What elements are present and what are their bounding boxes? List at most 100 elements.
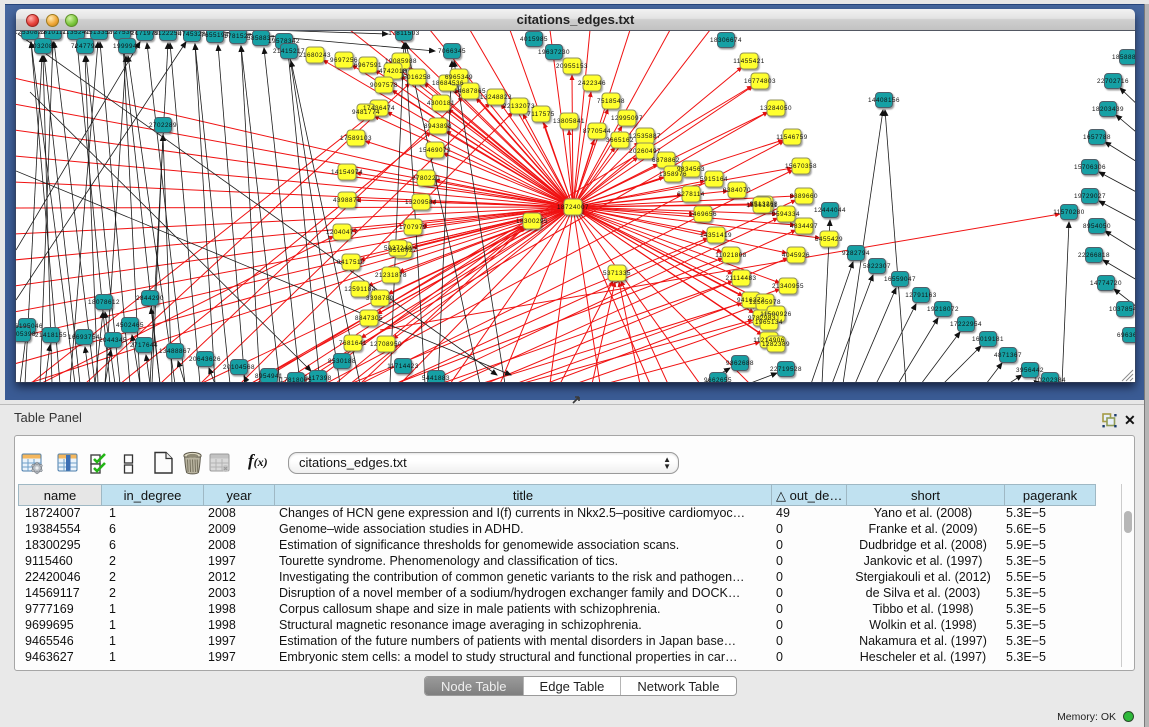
svg-text:13488867: 13488867 <box>159 348 191 355</box>
svg-text:1965134: 1965134 <box>755 319 783 326</box>
svg-text:6963698: 6963698 <box>1117 332 1135 339</box>
svg-text:3105398: 3105398 <box>16 331 36 338</box>
svg-text:15469072: 15469072 <box>419 147 451 154</box>
svg-text:16019181: 16019181 <box>972 336 1004 343</box>
svg-text:13209584: 13209584 <box>405 199 437 206</box>
svg-text:14351419: 14351419 <box>700 232 732 239</box>
svg-text:9481774: 9481774 <box>352 109 380 116</box>
svg-text:13284050: 13284050 <box>760 105 792 112</box>
svg-text:12708950: 12708950 <box>370 341 402 348</box>
svg-text:11714423: 11714423 <box>387 363 419 370</box>
svg-text:8954941: 8954941 <box>255 373 283 380</box>
svg-text:18588807: 18588807 <box>1112 54 1135 61</box>
svg-text:8954050: 8954050 <box>1083 223 1111 230</box>
svg-text:19729027: 19729027 <box>1074 193 1106 200</box>
svg-text:16774803: 16774803 <box>744 78 776 85</box>
svg-text:18078612: 18078612 <box>88 299 120 306</box>
svg-text:7518548: 7518548 <box>597 98 625 105</box>
svg-text:18724007: 18724007 <box>557 204 589 211</box>
svg-text:15670358: 15670358 <box>785 163 817 170</box>
svg-text:4045926: 4045926 <box>782 252 810 259</box>
svg-text:6878862: 6878862 <box>652 157 680 164</box>
svg-text:22266818: 22266818 <box>1078 252 1110 259</box>
svg-text:2717644: 2717644 <box>130 342 158 349</box>
svg-text:13805841: 13805841 <box>553 118 585 125</box>
svg-text:11570280: 11570280 <box>1053 209 1085 216</box>
svg-text:7066345: 7066345 <box>438 48 466 55</box>
svg-text:16693754: 16693754 <box>68 334 100 341</box>
svg-text:21340955: 21340955 <box>772 283 804 290</box>
svg-text:8384070: 8384070 <box>723 187 751 194</box>
svg-text:19578342: 19578342 <box>268 38 300 45</box>
svg-text:20260497: 20260497 <box>629 148 661 155</box>
svg-text:20643626: 20643626 <box>189 356 221 363</box>
svg-text:14408156: 14408156 <box>868 97 900 104</box>
svg-text:1282389: 1282389 <box>762 341 790 348</box>
svg-text:21680243: 21680243 <box>299 52 331 59</box>
svg-text:2044345: 2044345 <box>99 337 127 344</box>
svg-text:2422346: 2422346 <box>578 80 606 87</box>
svg-text:4032085: 4032085 <box>29 43 57 50</box>
svg-text:18203439: 18203439 <box>1092 106 1124 113</box>
svg-text:11021808: 11021808 <box>715 252 747 259</box>
svg-text:6967591: 6967591 <box>354 62 382 69</box>
svg-text:10378543: 10378543 <box>1109 306 1135 313</box>
svg-text:20955153: 20955153 <box>556 63 588 70</box>
svg-text:5915164: 5915164 <box>700 176 728 183</box>
svg-text:12040477: 12040477 <box>326 229 358 236</box>
svg-text:18684536: 18684536 <box>432 80 464 87</box>
svg-text:11500926: 11500926 <box>760 311 792 318</box>
svg-text:5822307: 5822307 <box>863 263 891 270</box>
svg-text:12505978: 12505978 <box>749 299 781 306</box>
svg-text:22132073: 22132073 <box>503 103 535 110</box>
svg-text:19085988: 19085988 <box>385 58 417 65</box>
svg-text:9862688: 9862688 <box>726 360 754 367</box>
svg-text:16559047: 16559047 <box>884 276 916 283</box>
svg-text:12444044: 12444044 <box>814 207 846 214</box>
svg-text:1707979: 1707979 <box>399 224 427 231</box>
svg-text:18306674: 18306674 <box>710 37 742 44</box>
svg-text:12791163: 12791163 <box>905 292 937 299</box>
svg-text:7681641: 7681641 <box>339 340 367 347</box>
svg-text:7247794: 7247794 <box>71 43 99 50</box>
svg-text:9097578: 9097578 <box>370 82 398 89</box>
svg-text:19637230: 19637230 <box>538 49 570 56</box>
svg-text:4300181: 4300181 <box>427 100 455 107</box>
svg-text:17589103: 17589103 <box>340 135 372 142</box>
svg-text:1469656: 1469656 <box>689 211 717 218</box>
svg-text:5016258: 5016258 <box>403 74 431 81</box>
svg-text:20104568: 20104568 <box>223 364 255 371</box>
svg-text:8847305: 8847305 <box>355 315 383 322</box>
svg-text:5371335: 5371335 <box>603 270 631 277</box>
svg-text:11455421: 11455421 <box>733 58 765 65</box>
svg-text:18300295: 18300295 <box>516 218 548 225</box>
svg-text:7117575: 7117575 <box>527 111 555 118</box>
svg-text:8770544: 8770544 <box>583 128 611 135</box>
svg-text:22719528: 22719528 <box>770 366 802 373</box>
svg-text:8389660: 8389660 <box>790 193 818 200</box>
svg-text:11546759: 11546759 <box>776 134 808 141</box>
svg-text:10202384: 10202384 <box>1034 377 1066 382</box>
svg-text:1999941: 1999941 <box>113 43 141 50</box>
svg-text:1657788: 1657788 <box>1083 134 1111 141</box>
svg-text:9662655: 9662655 <box>704 377 732 382</box>
svg-text:19218072: 19218072 <box>927 306 959 313</box>
svg-text:21114483: 21114483 <box>725 275 756 282</box>
svg-text:16195046: 16195046 <box>16 323 43 330</box>
svg-text:4015985: 4015985 <box>520 36 548 43</box>
svg-text:4502465: 4502465 <box>116 322 144 329</box>
svg-text:5455429: 5455429 <box>815 236 843 243</box>
svg-text:12535887: 12535887 <box>629 133 661 140</box>
svg-text:9282794: 9282794 <box>842 250 870 257</box>
svg-text:6965349: 6965349 <box>445 74 473 81</box>
svg-text:4834497: 4834497 <box>790 223 818 230</box>
svg-text:15561611: 15561611 <box>746 202 778 209</box>
svg-text:13248823: 13248823 <box>480 94 512 101</box>
svg-text:4398871: 4398871 <box>333 197 361 204</box>
svg-text:17811503: 17811503 <box>388 31 420 37</box>
svg-text:9834563: 9834563 <box>677 166 705 173</box>
svg-text:14774720: 14774720 <box>1090 280 1122 287</box>
svg-text:12995097: 12995097 <box>611 115 643 122</box>
svg-text:21231878: 21231878 <box>375 272 407 279</box>
svg-text:8530188: 8530188 <box>328 358 356 365</box>
